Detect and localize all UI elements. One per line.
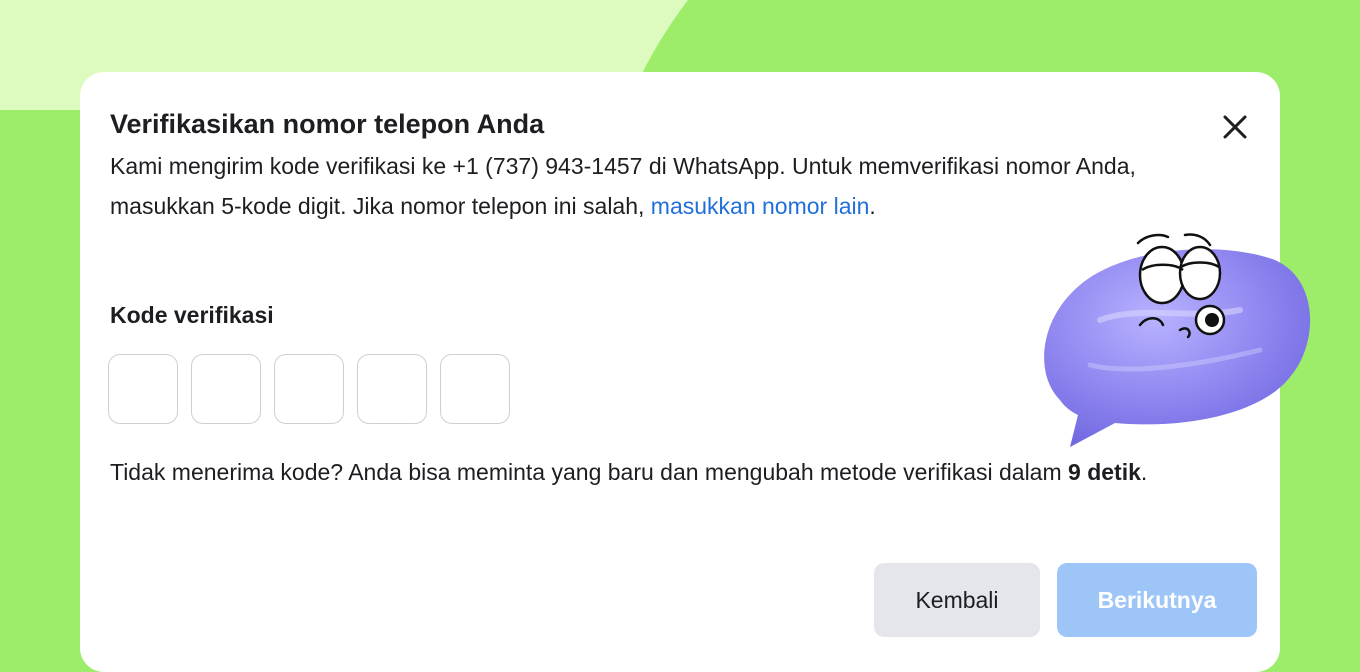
speech-bubble-mascot-icon	[1044, 233, 1311, 447]
code-digit-5[interactable]	[440, 354, 510, 424]
back-button[interactable]: Kembali	[874, 563, 1040, 637]
enter-other-number-link[interactable]: masukkan nomor lain	[651, 193, 870, 219]
code-digit-3[interactable]	[274, 354, 344, 424]
description-period: .	[869, 193, 876, 219]
resend-text: Tidak menerima kode? Anda bisa meminta y…	[110, 459, 1069, 485]
resend-countdown: 9 detik	[1068, 459, 1141, 485]
dialog-description: Kami mengirim kode verifikasi ke +1 (737…	[110, 146, 1150, 226]
close-icon	[1223, 115, 1247, 139]
next-button[interactable]: Berikutnya	[1057, 563, 1257, 637]
code-digit-4[interactable]	[357, 354, 427, 424]
dialog-title: Verifikasikan nomor telepon Anda	[110, 109, 545, 139]
resend-period: .	[1140, 459, 1148, 485]
resend-info: Tidak menerima kode? Anda bisa meminta y…	[110, 452, 1250, 492]
close-button[interactable]	[1218, 110, 1252, 144]
code-input-group	[108, 354, 510, 424]
code-digit-1[interactable]	[108, 354, 178, 424]
code-digit-2[interactable]	[191, 354, 261, 424]
description-text: Kami mengirim kode verifikasi ke +1 (737…	[110, 153, 1136, 219]
code-label: Kode verifikasi	[110, 302, 274, 328]
